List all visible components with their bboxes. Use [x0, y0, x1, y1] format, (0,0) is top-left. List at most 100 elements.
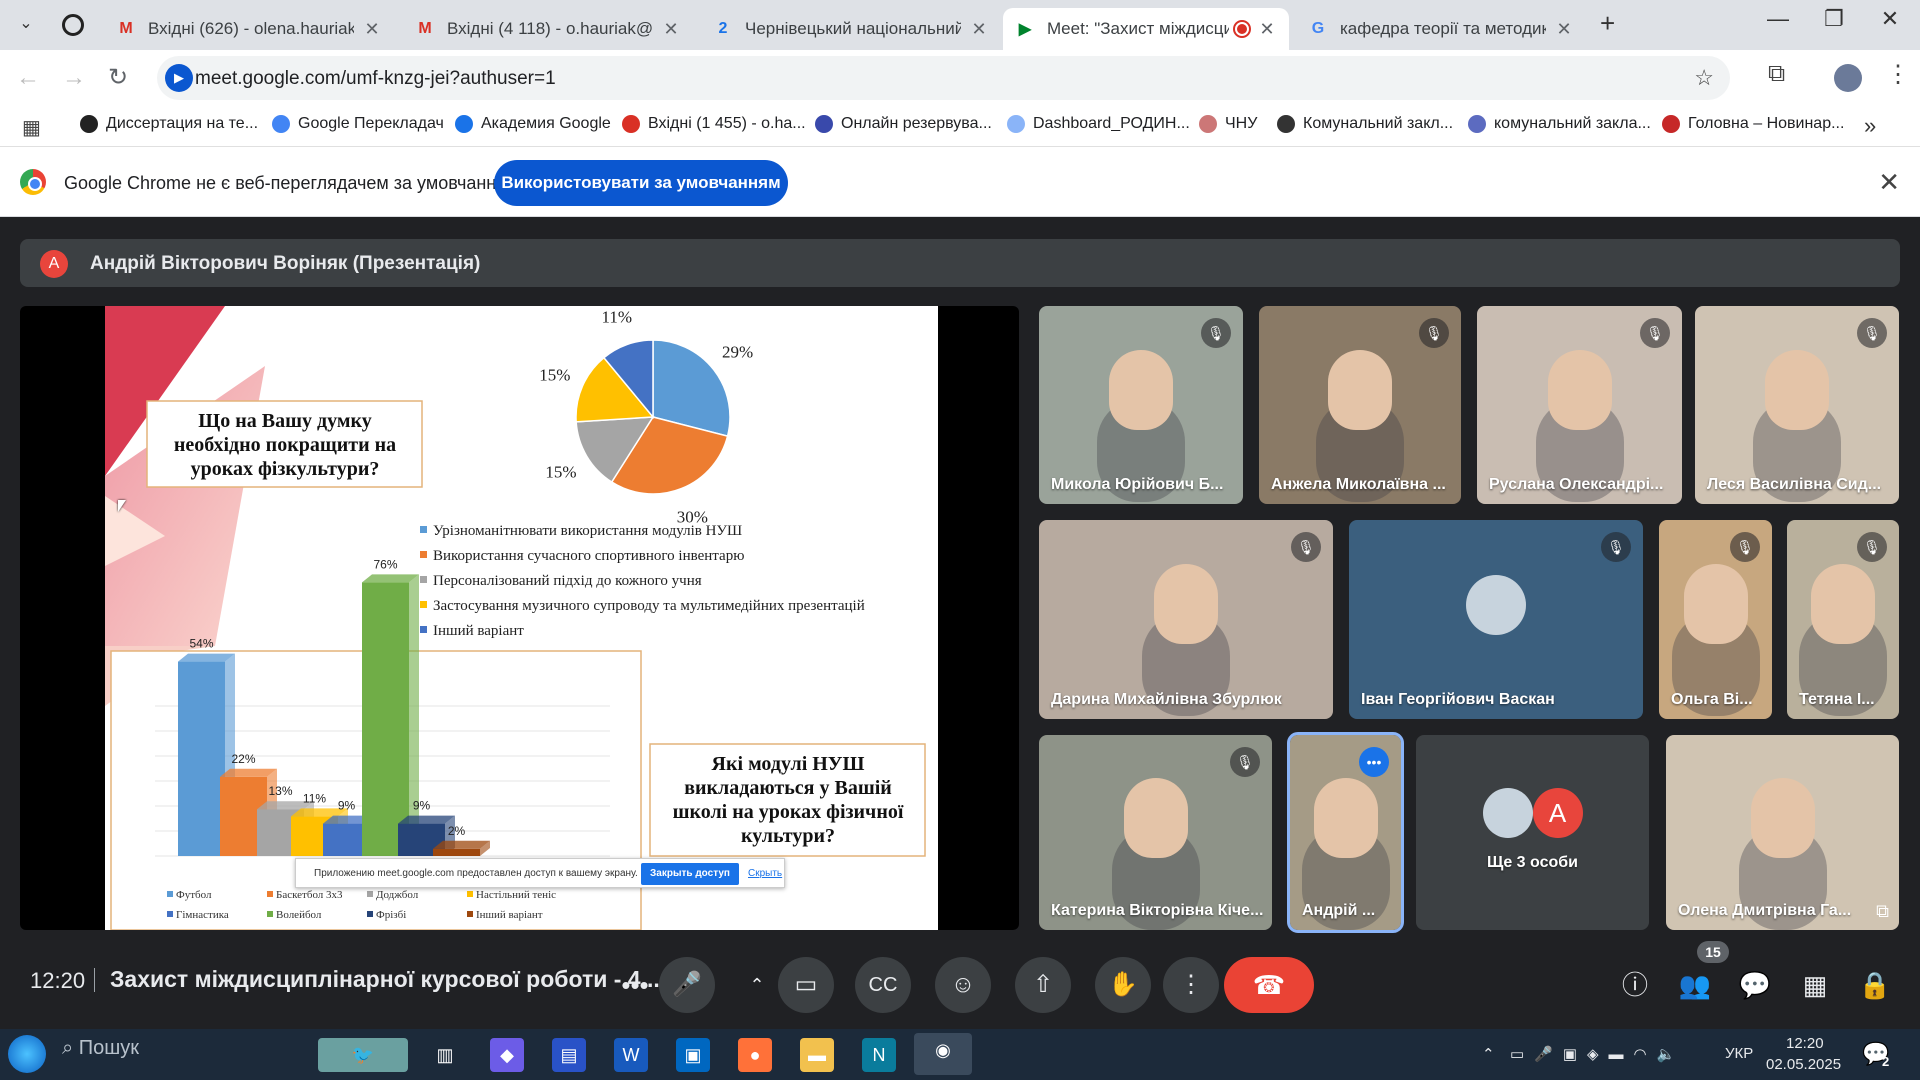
bookmark-item[interactable]: Диссертация на те... — [80, 115, 258, 133]
windows-taskbar: ⌕ Пошук 🐦 ▥ ◆ ▤ W ▣ ● ▬ N ◉ ⌃ ▭🎤▣◈▬◠🔈 УК… — [0, 1029, 1920, 1080]
participant-tile[interactable]: Анжела Миколаївна ... 🎙 — [1259, 306, 1461, 504]
participant-tile[interactable]: Дарина Михайлівна Збурлюк 🎙 — [1039, 520, 1333, 719]
close-infobar-icon[interactable]: ✕ — [1878, 167, 1900, 198]
store-app-icon[interactable]: ▣ — [676, 1038, 710, 1072]
bookmark-item[interactable]: Dashboard_РОДИН... — [1007, 115, 1190, 133]
reload-icon[interactable]: ↻ — [102, 62, 134, 94]
chat-icon[interactable]: 💬 — [1733, 963, 1777, 1007]
browser-tab[interactable]: ▶ Meet: "Захист міждисципл ✕ — [1003, 8, 1289, 50]
extensions-icon[interactable]: ⧉ — [1768, 60, 1785, 88]
bar-legend-label: Інший варіант — [476, 909, 543, 921]
participant-name: Анжела Миколаївна ... — [1271, 476, 1446, 493]
firefox-app-icon[interactable]: ● — [738, 1038, 772, 1072]
microphone-button[interactable]: 🎤 — [659, 957, 715, 1013]
meeting-info-icon[interactable]: ⓘ — [1613, 963, 1657, 1007]
bar-legend-swatch — [267, 911, 273, 917]
bookmark-item[interactable]: Google Перекладач — [272, 115, 444, 133]
more-options-button[interactable]: ⋮ — [1163, 957, 1219, 1013]
close-tab-icon[interactable]: ✕ — [1554, 19, 1574, 40]
participant-tile[interactable]: Леся Василівна Сид... 🎙 — [1695, 306, 1899, 504]
chrome-taskbar-icon[interactable]: ◉ — [914, 1033, 972, 1075]
leave-call-button[interactable]: ☎ — [1224, 957, 1314, 1013]
address-bar[interactable]: ▶ meet.google.com/umf-knzg-jei?authuser=… — [157, 56, 1730, 100]
legend-label: Застосування музичного супроводу та муль… — [433, 598, 865, 614]
people-icon[interactable]: 👥 — [1673, 963, 1717, 1007]
browser-tab[interactable]: Gкафедра теорії та методики фі ✕ — [1296, 8, 1586, 50]
bookmark-label: Диссертация на те... — [106, 115, 259, 132]
emoji-reactions-button[interactable]: ☺ — [935, 957, 991, 1013]
captions-button[interactable]: CC — [855, 957, 911, 1013]
bookmark-item[interactable]: комунальний закла... — [1468, 115, 1651, 133]
close-tab-icon[interactable]: ✕ — [969, 19, 989, 40]
host-controls-icon[interactable]: 🔒 — [1853, 963, 1897, 1007]
start-button[interactable] — [8, 1035, 46, 1073]
bar — [178, 661, 225, 856]
bookmark-star-icon[interactable]: ☆ — [1694, 65, 1714, 91]
tray-date[interactable]: 02.05.2025 — [1766, 1056, 1841, 1073]
word-app-icon[interactable]: W — [614, 1038, 648, 1072]
activities-icon[interactable]: ▦ — [1793, 963, 1837, 1007]
raise-hand-button[interactable]: ✋ — [1095, 957, 1151, 1013]
presentation-stage[interactable]: 29% 30% 15% 15% 11% Урізноманітнювати викори… — [20, 306, 1019, 930]
close-window-icon[interactable]: ✕ — [1870, 6, 1910, 32]
forward-icon[interactable]: → — [58, 62, 90, 94]
participant-tile[interactable]: Катерина Вікторівна Кіче... 🎙 — [1039, 735, 1272, 930]
bookmark-item[interactable]: ЧНУ — [1199, 115, 1257, 133]
browser-tab[interactable]: 2 Чернівецький національний у ✕ — [701, 8, 1001, 50]
minimize-icon[interactable]: — — [1758, 6, 1798, 32]
hide-popup-link[interactable]: Скрыть — [748, 868, 782, 879]
participant-tile[interactable]: Ольга Ві... 🎙 — [1659, 520, 1772, 719]
tray-time[interactable]: 12:20 — [1786, 1035, 1824, 1052]
tab-search-button[interactable]: ⌄ — [14, 12, 38, 36]
participant-tile[interactable]: Олена Дмитрівна Га... ⧉ — [1666, 735, 1899, 930]
bookmark-item[interactable]: Головна – Новинар... — [1662, 115, 1844, 133]
search-highlight-icon[interactable]: 🐦 — [318, 1038, 408, 1072]
pin-icon[interactable]: ⧉ — [1876, 901, 1889, 922]
copilot-icon[interactable]: ◆ — [490, 1038, 524, 1072]
pie-legend: Урізноманітнювати використання модулів Н… — [420, 523, 865, 639]
close-tab-icon[interactable]: ✕ — [661, 19, 681, 40]
file-explorer-icon[interactable]: ▬ — [800, 1038, 834, 1072]
camera-options-icon[interactable]: ⌃ — [735, 963, 779, 1007]
tray-overflow-icon[interactable]: ⌃ — [1482, 1045, 1495, 1063]
close-tab-icon[interactable]: ✕ — [362, 19, 382, 40]
task-view-icon[interactable]: ▥ — [428, 1038, 462, 1072]
camera-button[interactable]: ▭ — [778, 957, 834, 1013]
more-bookmarks-icon[interactable]: » — [1864, 113, 1876, 139]
browser-tab[interactable]: M Вхідні (626) - olena.hauriak@gn ✕ — [104, 8, 394, 50]
menu-icon[interactable]: ⋮ — [1886, 60, 1910, 89]
participant-tile[interactable]: A Ще 3 особи — [1416, 735, 1649, 930]
participant-tile[interactable]: Микола Юрійович Б... 🎙 — [1039, 306, 1243, 504]
new-tab-icon[interactable]: + — [1600, 8, 1615, 39]
browser-tab[interactable]: M Вхідні (4 118) - o.hauriak@chnu ✕ — [403, 8, 693, 50]
site-info-icon[interactable]: ▶ — [165, 64, 193, 92]
screen: ⌄ M Вхідні (626) - olena.hauriak@gn ✕ M Вхід… — [0, 0, 1920, 1080]
keyboard-language[interactable]: УКР — [1725, 1045, 1753, 1062]
taskbar-search[interactable]: ⌕ Пошук — [62, 1037, 139, 1060]
tab-favicon-icon: G — [1311, 20, 1325, 37]
app-icon[interactable]: N — [862, 1038, 896, 1072]
bookmark-item[interactable]: Комунальний закл... — [1277, 115, 1453, 133]
bookmark-item[interactable]: Онлайн резервува... — [815, 115, 992, 133]
participant-tile[interactable]: Андрій ... ••• — [1287, 732, 1404, 933]
chatgpt-tab-icon[interactable] — [62, 14, 84, 36]
calculator-app-icon[interactable]: ▤ — [552, 1038, 586, 1072]
maximize-icon[interactable]: ❐ — [1814, 6, 1854, 32]
mic-off-icon: 🎙 — [1419, 318, 1449, 348]
close-tab-icon[interactable]: ✕ — [1257, 19, 1277, 40]
stop-sharing-button[interactable]: Закрыть доступ — [641, 863, 739, 885]
apps-grid-icon[interactable]: ▦ — [22, 115, 41, 140]
bookmark-item[interactable]: Вхідні (1 455) - o.ha... — [622, 115, 806, 133]
tab-title: кафедра теорії та методики фі — [1340, 19, 1546, 38]
pie-data-label: 15% — [539, 366, 570, 385]
bookmark-label: Вхідні (1 455) - o.ha... — [648, 115, 806, 132]
participant-tile[interactable]: Іван Георгійович Васкан 🎙 — [1349, 520, 1643, 719]
back-icon[interactable]: ← — [12, 62, 44, 94]
more-reactions-icon[interactable]: ••• — [613, 963, 657, 1007]
participant-tile[interactable]: Руслана Олександрі... 🎙 — [1477, 306, 1682, 504]
set-default-button[interactable]: Використовувати за умовчанням — [494, 160, 788, 206]
profile-avatar[interactable] — [1834, 64, 1862, 92]
participant-tile[interactable]: Тетяна І... 🎙 — [1787, 520, 1899, 719]
bookmark-item[interactable]: Академия Google — [455, 115, 611, 133]
present-screen-button[interactable]: ⇧ — [1015, 957, 1071, 1013]
